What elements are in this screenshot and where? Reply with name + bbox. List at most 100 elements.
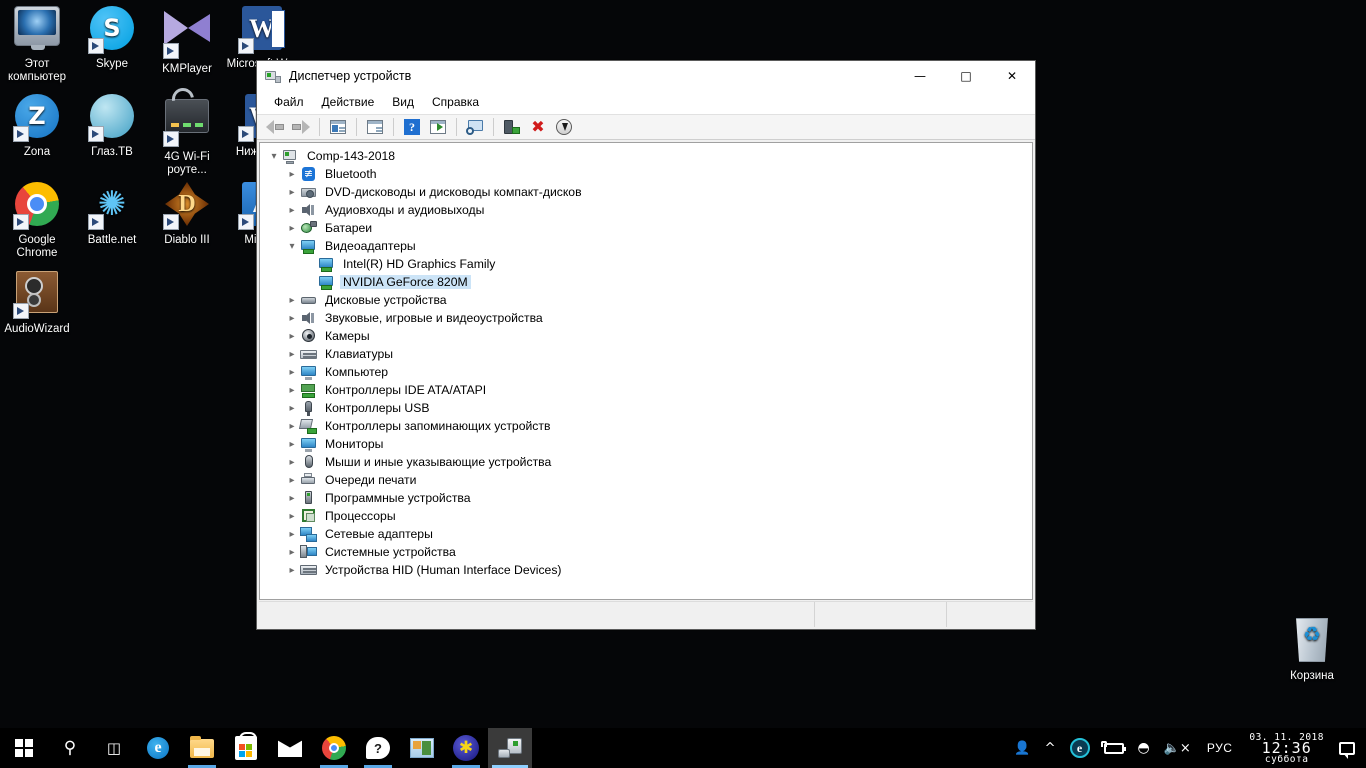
support-button[interactable]: ? bbox=[356, 728, 400, 768]
scan-hardware-changes-button[interactable] bbox=[463, 116, 487, 138]
chevron-right-icon[interactable]: ▸ bbox=[284, 435, 300, 453]
desktop-icon-this-pc[interactable]: Этот компьютер bbox=[0, 4, 74, 84]
tree-node-intel-hd-graphics[interactable]: ▸ Intel(R) HD Graphics Family bbox=[260, 255, 1032, 273]
file-explorer-button[interactable] bbox=[180, 728, 224, 768]
maximize-button[interactable]: □ bbox=[943, 61, 989, 90]
tree-node-dvd-drives[interactable]: ▸ DVD-дисководы и дисководы компакт-диск… bbox=[260, 183, 1032, 201]
help-button[interactable]: ? bbox=[400, 116, 424, 138]
chevron-right-icon[interactable]: ▸ bbox=[284, 471, 300, 489]
desktop-icon-skype[interactable]: S Skype bbox=[75, 4, 149, 71]
tree-node-system-devices[interactable]: ▸ Системные устройства bbox=[260, 543, 1032, 561]
chevron-right-icon[interactable]: ▸ bbox=[284, 381, 300, 399]
chevron-right-icon[interactable]: ▸ bbox=[284, 327, 300, 345]
desktop-icon-recycle-bin[interactable]: Корзина bbox=[1275, 616, 1349, 683]
chevron-down-icon[interactable]: ▾ bbox=[266, 147, 282, 165]
tree-node-mice-pointing-devices[interactable]: ▸ Мыши и иные указывающие устройства bbox=[260, 453, 1032, 471]
chevron-right-icon[interactable]: ▸ bbox=[284, 363, 300, 381]
disable-device-button[interactable] bbox=[552, 116, 576, 138]
desktop-icon-glaz-tv[interactable]: Глаз.ТВ bbox=[75, 92, 149, 159]
office-button[interactable] bbox=[400, 728, 444, 768]
desktop-icon-diablo-iii[interactable]: D Diablo III bbox=[150, 180, 224, 247]
tree-node-nvidia-geforce-820m[interactable]: ▸ NVIDIA GeForce 820M bbox=[260, 273, 1032, 291]
minimize-button[interactable]: — bbox=[897, 61, 943, 90]
tree-node-cameras[interactable]: ▸ Камеры bbox=[260, 327, 1032, 345]
chevron-right-icon[interactable]: ▸ bbox=[284, 561, 300, 579]
device-tree[interactable]: ▾ Comp-143-2018 ▸ ≢ Bluetooth ▸ DVD-диск… bbox=[259, 142, 1033, 600]
chevron-right-icon[interactable]: ▸ bbox=[284, 219, 300, 237]
clock[interactable]: 03. 11. 2018 12:36 суббота bbox=[1241, 728, 1332, 768]
action-center-button[interactable] bbox=[1332, 728, 1362, 768]
chevron-right-icon[interactable]: ▸ bbox=[284, 543, 300, 561]
tree-node-network-adapters[interactable]: ▸ Сетевые адаптеры bbox=[260, 525, 1032, 543]
volume-button[interactable]: 🔈× bbox=[1157, 728, 1198, 768]
edge-button[interactable]: e bbox=[136, 728, 180, 768]
start-button[interactable] bbox=[0, 728, 48, 768]
menu-item-file[interactable]: Файл bbox=[265, 93, 313, 111]
chrome-button[interactable] bbox=[312, 728, 356, 768]
asterisk-button[interactable]: ✱ bbox=[444, 728, 488, 768]
tree-node-ide-ata-atapi-controllers[interactable]: ▸ Контроллеры IDE ATA/ATAPI bbox=[260, 381, 1032, 399]
mail-button[interactable] bbox=[268, 728, 312, 768]
chevron-right-icon[interactable]: ▸ bbox=[284, 417, 300, 435]
chevron-right-icon[interactable]: ▸ bbox=[284, 489, 300, 507]
system-tray[interactable]: 👤 ^ e ◓ 🔈× РУС 03. 11. 2018 12:36 суббот… bbox=[1007, 728, 1366, 768]
desktop-icon-battlenet[interactable]: ✺ Battle.net bbox=[75, 180, 149, 247]
back-button[interactable] bbox=[263, 116, 287, 138]
store-button[interactable] bbox=[224, 728, 268, 768]
desktop-icon-zona[interactable]: Z Zona bbox=[0, 92, 74, 159]
tree-node-keyboards[interactable]: ▸ Клавиатуры bbox=[260, 345, 1032, 363]
task-view-button[interactable]: ◫ bbox=[92, 728, 136, 768]
tree-node-bluetooth[interactable]: ▸ ≢ Bluetooth bbox=[260, 165, 1032, 183]
enable-device-button[interactable] bbox=[500, 116, 524, 138]
language-indicator[interactable]: РУС bbox=[1198, 728, 1242, 768]
search-button[interactable]: ⚲ bbox=[48, 728, 92, 768]
chevron-right-icon[interactable]: ▸ bbox=[284, 399, 300, 417]
desktop-icon-google-chrome[interactable]: Google Chrome bbox=[0, 180, 74, 260]
desktop-icon-wifi-router[interactable]: 4G Wi-Fi роуте... bbox=[150, 92, 224, 177]
people-button[interactable]: 👤 bbox=[1007, 728, 1037, 768]
menu-item-action[interactable]: Действие bbox=[313, 93, 384, 111]
device-manager-window[interactable]: Диспетчер устройств — □ ✕ Файл Действие … bbox=[256, 60, 1036, 630]
tree-node-disk-drives[interactable]: ▸ Дисковые устройства bbox=[260, 291, 1032, 309]
desktop-icon-kmplayer[interactable]: KMPlayer bbox=[150, 4, 224, 76]
device-manager-taskbar-button[interactable] bbox=[488, 728, 532, 768]
update-driver-button[interactable] bbox=[426, 116, 450, 138]
tree-node-computer-category[interactable]: ▸ Компьютер bbox=[260, 363, 1032, 381]
battery-button[interactable] bbox=[1097, 728, 1131, 768]
tree-node-hid-devices[interactable]: ▸ Устройства HID (Human Interface Device… bbox=[260, 561, 1032, 579]
chevron-right-icon[interactable]: ▸ bbox=[284, 525, 300, 543]
close-button[interactable]: ✕ bbox=[989, 61, 1035, 90]
tree-node-sound-video-game-controllers[interactable]: ▸ Звуковые, игровые и видеоустройства bbox=[260, 309, 1032, 327]
uninstall-device-button[interactable]: ✖ bbox=[526, 116, 550, 138]
desktop-icon-audiowizard[interactable]: AudioWizard bbox=[0, 268, 74, 336]
chevron-right-icon[interactable]: ▸ bbox=[284, 453, 300, 471]
menu-item-view[interactable]: Вид bbox=[383, 93, 423, 111]
window-titlebar[interactable]: Диспетчер устройств — □ ✕ bbox=[257, 61, 1035, 90]
tree-node-computer[interactable]: ▾ Comp-143-2018 bbox=[260, 147, 1032, 165]
tree-node-storage-controllers[interactable]: ▸ Контроллеры запоминающих устройств bbox=[260, 417, 1032, 435]
tree-node-batteries[interactable]: ▸ Батареи bbox=[260, 219, 1032, 237]
chevron-down-icon[interactable]: ▾ bbox=[284, 237, 300, 255]
properties-button[interactable] bbox=[363, 116, 387, 138]
tree-node-software-devices[interactable]: ▸ Программные устройства bbox=[260, 489, 1032, 507]
forward-button[interactable] bbox=[289, 116, 313, 138]
network-button[interactable]: ◓ bbox=[1131, 728, 1157, 768]
tree-node-audio-inputs-outputs[interactable]: ▸ Аудиовходы и аудиовыходы bbox=[260, 201, 1032, 219]
edge-tray-button[interactable]: e bbox=[1063, 728, 1097, 768]
chevron-right-icon[interactable]: ▸ bbox=[284, 183, 300, 201]
show-hide-console-tree-button[interactable] bbox=[326, 116, 350, 138]
tree-node-usb-controllers[interactable]: ▸ Контроллеры USB bbox=[260, 399, 1032, 417]
tree-node-print-queues[interactable]: ▸ Очереди печати bbox=[260, 471, 1032, 489]
chevron-right-icon[interactable]: ▸ bbox=[284, 309, 300, 327]
toolbar[interactable]: ? ✖ bbox=[257, 114, 1035, 140]
chevron-right-icon[interactable]: ▸ bbox=[284, 165, 300, 183]
chevron-right-icon[interactable]: ▸ bbox=[284, 201, 300, 219]
tree-node-display-adapters[interactable]: ▾ Видеоадаптеры bbox=[260, 237, 1032, 255]
chevron-right-icon[interactable]: ▸ bbox=[284, 345, 300, 363]
chevron-right-icon[interactable]: ▸ bbox=[284, 507, 300, 525]
tree-node-processors[interactable]: ▸ Процессоры bbox=[260, 507, 1032, 525]
taskbar[interactable]: ⚲ ◫ e ? ✱ 👤 ^ e ◓ 🔈× РУС 03. 11. 2018 12… bbox=[0, 728, 1366, 768]
chevron-right-icon[interactable]: ▸ bbox=[284, 291, 300, 309]
tree-node-monitors[interactable]: ▸ Мониторы bbox=[260, 435, 1032, 453]
show-hidden-icons-button[interactable]: ^ bbox=[1038, 728, 1063, 768]
